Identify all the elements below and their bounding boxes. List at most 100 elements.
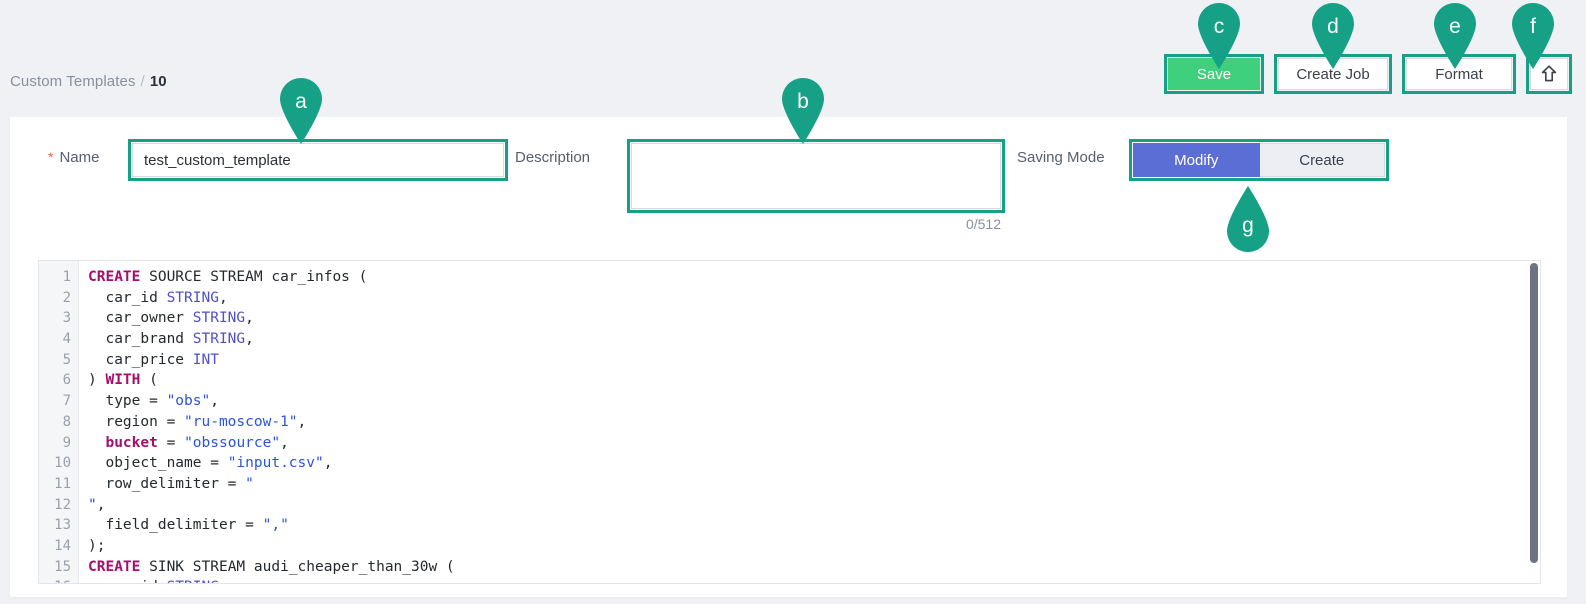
name-field-wrap xyxy=(128,139,508,181)
code-token: car_id xyxy=(88,289,167,306)
name-label: * Name xyxy=(48,149,99,166)
editor-code-line: ) WITH ( xyxy=(88,370,1540,391)
saving-mode-field-wrap: Modify Create xyxy=(1129,139,1389,181)
editor-line-number: 4 xyxy=(62,331,71,348)
code-token: object_name = xyxy=(88,455,228,472)
description-label: Description xyxy=(515,149,591,166)
editor-code-line: CREATE SOURCE STREAM car_infos ( xyxy=(88,267,1540,288)
code-token: field_delimiter = xyxy=(88,517,263,534)
editor-line-number: 9 xyxy=(62,434,71,451)
code-token: car_owner xyxy=(88,310,193,327)
callout-letter: c xyxy=(1213,15,1225,38)
editor-code-area[interactable]: CREATE SOURCE STREAM car_infos ( car_id … xyxy=(79,261,1540,583)
save-button[interactable]: Save xyxy=(1168,58,1260,90)
code-token: , xyxy=(280,434,289,451)
code-token: type = xyxy=(88,393,167,410)
format-button[interactable]: Format xyxy=(1406,58,1512,90)
editor-code-line: object_name = "input.csv", xyxy=(88,453,1540,474)
callout-letter: b xyxy=(797,90,809,113)
editor-line-number-gutter: 12345678910111213141516 xyxy=(39,261,79,583)
callout-letter: a xyxy=(295,90,307,113)
editor-line-number: 11 xyxy=(54,475,71,492)
action-toolbar: Save Create Job Format xyxy=(1150,54,1572,94)
code-token: CREATE xyxy=(88,269,141,285)
code-token: " xyxy=(245,475,254,492)
editor-vertical-scrollbar[interactable] xyxy=(1530,263,1538,581)
code-token: SOURCE STREAM car_infos ( xyxy=(140,269,368,285)
code-token: row_delimiter = xyxy=(88,475,246,492)
editor-code-line: car_id STRING, xyxy=(88,288,1540,309)
code-token: STRING xyxy=(166,289,219,306)
code-token: ) xyxy=(88,372,106,389)
editor-code-line: ", xyxy=(88,495,1540,516)
fullscreen-button-wrap xyxy=(1526,54,1572,94)
editor-code-line: bucket = "obssource", xyxy=(88,433,1540,454)
description-char-counter: 0/512 xyxy=(965,216,1001,232)
code-token: = xyxy=(157,434,185,451)
code-token: , xyxy=(218,289,228,306)
code-token: region = xyxy=(88,413,185,430)
callout-letter: d xyxy=(1327,15,1339,38)
saving-mode-option-modify[interactable]: Modify xyxy=(1133,143,1260,177)
code-token: , xyxy=(245,310,254,327)
code-token: "obssource" xyxy=(184,434,281,451)
code-token: INT xyxy=(192,351,219,368)
editor-line-number: 1 xyxy=(62,269,71,285)
breadcrumb-parent-link[interactable]: Custom Templates xyxy=(10,73,136,90)
name-input[interactable] xyxy=(132,143,504,177)
editor-code-line: ); xyxy=(88,536,1540,557)
code-token: , xyxy=(323,455,333,472)
editor-line-number: 3 xyxy=(62,310,71,327)
code-token: ( xyxy=(140,372,158,389)
editor-line-number: 13 xyxy=(54,517,71,534)
editor-code-line: car_price INT xyxy=(88,350,1540,371)
fullscreen-button[interactable] xyxy=(1530,58,1568,90)
code-token: car_price xyxy=(88,351,193,368)
code-token: "," xyxy=(262,517,289,534)
code-token: , xyxy=(297,413,307,430)
editor-line-number: 8 xyxy=(62,413,71,430)
callout-letter: f xyxy=(1530,15,1536,38)
code-token: CREATE xyxy=(88,558,141,575)
save-button-wrap: Save xyxy=(1164,54,1264,94)
format-button-wrap: Format xyxy=(1402,54,1516,94)
editor-line-number: 15 xyxy=(54,558,71,575)
editor-code-line: type = "obs", xyxy=(88,391,1540,412)
code-token: STRING xyxy=(167,579,219,583)
code-token: "input.csv" xyxy=(227,455,324,472)
code-token: ); xyxy=(88,537,106,554)
editor-code-line: row_delimiter = " xyxy=(88,474,1540,495)
description-textarea[interactable] xyxy=(631,143,1001,209)
code-token: , xyxy=(219,579,228,583)
editor-code-line: field_delimiter = "," xyxy=(88,515,1540,536)
saving-mode-toggle: Modify Create xyxy=(1133,143,1385,177)
editor-code-line: car_id STRING, xyxy=(88,577,1540,583)
code-token: STRING xyxy=(192,331,246,348)
description-field-wrap xyxy=(627,139,1005,213)
editor-code-line: car_brand STRING, xyxy=(88,329,1540,350)
editor-line-number: 5 xyxy=(62,351,71,368)
code-token: , xyxy=(210,393,219,410)
page-root: Custom Templates/10 Save Create Job Form… xyxy=(0,0,1586,604)
required-asterisk: * xyxy=(48,149,54,165)
code-token: " xyxy=(88,496,97,513)
code-token: WITH xyxy=(105,372,141,389)
breadcrumb-current: 10 xyxy=(149,73,167,90)
form-row: * Name Description 0/512 Saving Mode Modi… xyxy=(10,117,1567,247)
sql-code-editor[interactable]: 12345678910111213141516 CREATE SOURCE ST… xyxy=(38,260,1541,584)
editor-line-number: 16 xyxy=(39,577,78,583)
content-card: * Name Description 0/512 Saving Mode Modi… xyxy=(10,117,1567,597)
code-token: , xyxy=(245,331,254,348)
saving-mode-option-create[interactable]: Create xyxy=(1259,143,1385,177)
editor-line-number: 2 xyxy=(62,289,71,306)
upload-export-icon xyxy=(1539,64,1559,84)
editor-line-number: 6 xyxy=(62,372,71,389)
code-token: STRING xyxy=(192,310,246,327)
code-token: "obs" xyxy=(166,393,211,410)
editor-line-number: 14 xyxy=(54,537,71,554)
breadcrumb-separator: / xyxy=(140,73,145,90)
editor-scrollbar-thumb[interactable] xyxy=(1530,263,1538,563)
create-job-button[interactable]: Create Job xyxy=(1278,58,1388,90)
editor-code-line: CREATE SINK STREAM audi_cheaper_than_30w… xyxy=(88,557,1540,578)
